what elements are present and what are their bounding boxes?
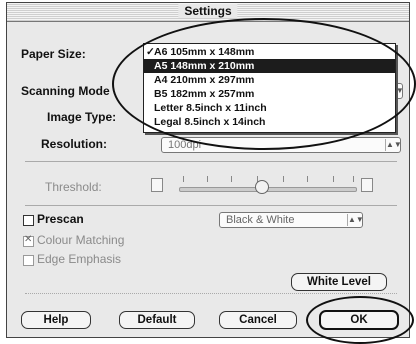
threshold-slider-thumb[interactable] — [255, 180, 269, 194]
slider-tick — [307, 176, 308, 182]
paper-size-option-b5[interactable]: B5 182mm x 257mm — [144, 87, 395, 101]
edge-emphasis-checkbox[interactable] — [23, 255, 34, 266]
resolution-popup[interactable]: 100dpi ▲▼ — [161, 137, 401, 153]
paper-size-option-legal[interactable]: Legal 8.5inch x 14inch — [144, 115, 395, 129]
colour-matching-label: Colour Matching — [37, 233, 125, 247]
paper-size-option-letter[interactable]: Letter 8.5inch x 11inch — [144, 101, 395, 115]
slider-tick — [353, 176, 354, 182]
paper-size-option-a5[interactable]: A5 148mm x 210mm — [144, 59, 395, 73]
resolution-value: 100dpi — [168, 139, 202, 151]
default-button[interactable]: Default — [119, 311, 195, 329]
image-type-label: Image Type: — [47, 110, 117, 124]
slider-tick — [333, 176, 334, 182]
slider-tick — [207, 176, 208, 182]
slider-tick — [283, 176, 284, 182]
paper-size-option-a6[interactable]: ✓ A6 105mm x 148mm — [144, 45, 395, 59]
threshold-label: Threshold: — [45, 180, 102, 194]
prescan-checkbox[interactable] — [23, 215, 34, 226]
divider — [25, 205, 397, 206]
threshold-max-swatch — [361, 178, 373, 192]
paper-size-menu[interactable]: ✓ A6 105mm x 148mm A5 148mm x 210mm A4 2… — [143, 43, 396, 133]
window-title: Settings — [178, 4, 238, 18]
white-level-button[interactable]: White Level — [291, 273, 387, 291]
menu-item-label: A6 105mm x 148mm — [154, 46, 255, 58]
ok-button[interactable]: OK — [319, 310, 399, 330]
popup-arrow-icon: ▲▼ — [385, 139, 401, 151]
threshold-min-swatch — [151, 178, 163, 192]
menu-item-label: Legal 8.5inch x 14inch — [154, 116, 266, 128]
divider — [25, 161, 397, 162]
colour-matching-checkbox[interactable] — [23, 234, 34, 247]
menu-item-label: B5 182mm x 257mm — [154, 88, 255, 100]
resolution-label: Resolution: — [41, 137, 107, 151]
edge-emphasis-label: Edge Emphasis — [37, 252, 122, 266]
title-bar[interactable]: Settings — [7, 3, 409, 22]
prescan-label: Prescan — [37, 212, 84, 226]
prescan-mode-value: Black & White — [226, 214, 295, 226]
menu-item-label: A5 148mm x 210mm — [154, 60, 255, 72]
menu-item-label: A4 210mm x 297mm — [154, 74, 255, 86]
popup-arrow-icon: ▲▼ — [347, 214, 363, 226]
checkmark-icon: ✓ — [146, 46, 155, 58]
paper-size-option-a4[interactable]: A4 210mm x 297mm — [144, 73, 395, 87]
help-button[interactable]: Help — [21, 311, 91, 329]
cancel-button[interactable]: Cancel — [219, 311, 297, 329]
prescan-mode-popup[interactable]: Black & White ▲▼ — [219, 212, 363, 228]
menu-item-label: Letter 8.5inch x 11inch — [154, 102, 267, 114]
divider — [25, 293, 397, 294]
slider-tick — [183, 176, 184, 182]
paper-size-label: Paper Size: — [21, 47, 86, 61]
slider-tick — [231, 176, 232, 182]
scanning-mode-label: Scanning Mode — [21, 84, 110, 98]
